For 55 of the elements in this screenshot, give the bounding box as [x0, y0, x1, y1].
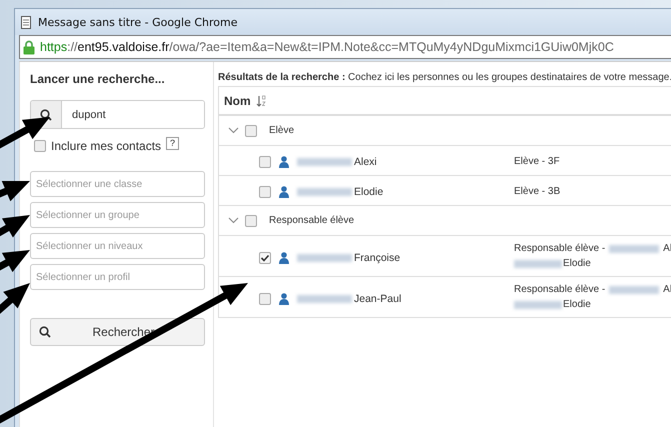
- person-role: Elève - 3B: [514, 186, 560, 197]
- annotation-arrow: [0, 181, 30, 202]
- redacted-surname: [297, 158, 352, 166]
- redacted-surname: [514, 300, 562, 308]
- redacted-surname: [609, 286, 660, 294]
- panel-title: Lancer une recherche...: [30, 72, 166, 86]
- person-role: Elève - 3F: [514, 156, 560, 167]
- redacted-surname: [297, 188, 352, 196]
- url-text: https://ent95.valdoise.fr/owa/?ae=Item&a=New&t=IPM.Note&cc=MTQuMy4yNDguMixmci1GUiw0Mjk0C: [40, 40, 614, 54]
- window-title: Message sans titre - Google Chrome: [38, 16, 238, 28]
- person-icon: [279, 252, 289, 264]
- group-label: Elève: [269, 125, 294, 136]
- person-role: Responsable élève -: [514, 284, 606, 295]
- person-name: Elodie: [354, 186, 384, 198]
- person-icon: [279, 156, 289, 168]
- search-field[interactable]: dupont: [30, 100, 205, 129]
- lock-icon: [23, 40, 35, 54]
- chevron-icon[interactable]: [228, 217, 239, 224]
- child-name: Al: [663, 284, 671, 295]
- checkbox[interactable]: [34, 140, 46, 152]
- child-name: Elodie: [563, 299, 591, 310]
- group-label: Responsable élève: [269, 215, 354, 226]
- search-icon: [40, 108, 52, 120]
- person-name: Alexi: [354, 156, 377, 168]
- person-icon: [279, 292, 289, 304]
- person-name: Françoise: [354, 252, 400, 264]
- redacted-surname: [297, 254, 352, 262]
- page-icon: [21, 16, 31, 28]
- select-field[interactable]: Sélectionner un groupe: [30, 202, 205, 228]
- column-header[interactable]: Nom: [224, 94, 251, 108]
- checkbox-label: Inclure mes contacts: [51, 139, 162, 153]
- chevron-icon[interactable]: [228, 127, 239, 134]
- checkbox[interactable]: [245, 214, 257, 226]
- search-button[interactable]: Rechercher: [30, 318, 205, 346]
- checkbox[interactable]: [245, 124, 257, 136]
- checkbox[interactable]: [259, 292, 271, 304]
- redacted-surname: [609, 244, 660, 252]
- results-instruction: Résultats de la recherche : Cochez ici les personnes ou les groupes destinataires de votre message.: [218, 72, 671, 83]
- person-role: Responsable élève -: [514, 243, 606, 254]
- person-icon: [279, 186, 289, 198]
- select-field[interactable]: Sélectionner un profil: [30, 264, 205, 290]
- checkbox[interactable]: [259, 156, 271, 168]
- select-field[interactable]: Sélectionner une classe: [30, 171, 205, 197]
- address-bar[interactable]: https://ent95.valdoise.fr/owa/?ae=Item&a=New&t=IPM.Note&cc=MTQuMy4yNDguMixmci1GUiw0Mjk0C: [19, 35, 671, 59]
- child-name: Al: [663, 243, 671, 254]
- sort-icon[interactable]: [256, 94, 266, 106]
- checkbox[interactable]: [259, 252, 271, 264]
- child-name: Elodie: [563, 258, 591, 269]
- search-icon: [39, 326, 51, 338]
- checkbox[interactable]: [259, 186, 271, 198]
- person-name: Jean-Paul: [354, 292, 402, 304]
- redacted-surname: [297, 294, 352, 302]
- redacted-surname: [514, 260, 562, 268]
- select-field[interactable]: Sélectionner un niveaux: [30, 233, 205, 259]
- help-button[interactable]: ?: [166, 136, 180, 150]
